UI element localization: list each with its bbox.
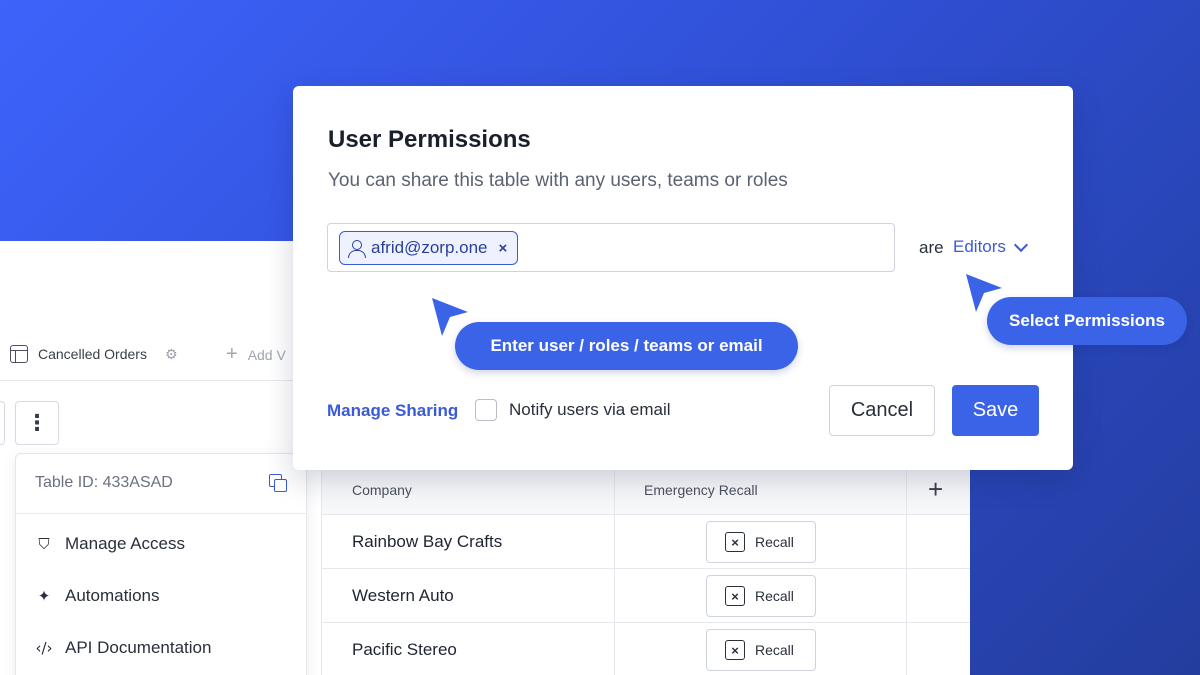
- chevron-down-icon: [1013, 237, 1028, 252]
- recall-button[interactable]: × Recall: [706, 521, 816, 563]
- add-view-button[interactable]: + Add V: [226, 343, 286, 366]
- code-icon: ‹/›: [35, 639, 53, 657]
- notify-checkbox[interactable]: [475, 399, 497, 421]
- gear-icon[interactable]: ⚙: [165, 346, 178, 363]
- sparkle-icon: ✦: [37, 587, 51, 605]
- notify-label: Notify users via email: [509, 400, 671, 419]
- toolbar-button[interactable]: [0, 401, 5, 445]
- recall-label: Recall: [755, 534, 794, 550]
- recall-button[interactable]: × Recall: [706, 575, 816, 617]
- table-row: Pacific Stereo × Recall: [322, 623, 970, 675]
- company-cell: Western Auto: [352, 586, 454, 605]
- table-id-label: Table ID: 433ASAD: [35, 474, 173, 491]
- are-label: are: [919, 238, 944, 257]
- chip-email: afrid@zorp.one: [371, 238, 488, 257]
- table-row: Rainbow Bay Crafts × Recall: [322, 515, 970, 569]
- role-value: Editors: [953, 237, 1006, 256]
- permission-role-dropdown[interactable]: Editors: [953, 237, 1028, 257]
- menu-item-label: Automations: [65, 586, 160, 605]
- notify-users-option[interactable]: Notify users via email: [475, 399, 671, 421]
- column-header-company[interactable]: Company: [352, 482, 412, 498]
- table-options-menu: Table ID: 433ASAD ⛉ Manage Access ✦ Auto…: [15, 453, 307, 675]
- manage-sharing-link[interactable]: Manage Sharing: [327, 401, 458, 421]
- tab-cancelled-orders[interactable]: Cancelled Orders ⚙: [10, 345, 178, 363]
- recall-label: Recall: [755, 588, 794, 604]
- permissions-hint-callout: Select Permissions: [987, 297, 1187, 345]
- company-cell: Rainbow Bay Crafts: [352, 532, 503, 551]
- plus-icon: +: [226, 343, 238, 365]
- menu-item-automations[interactable]: ✦ Automations: [35, 586, 160, 606]
- add-view-label: Add V: [247, 346, 286, 363]
- table-icon: [10, 345, 28, 363]
- dialog-subtitle: You can share this table with any users,…: [328, 170, 788, 191]
- recall-button[interactable]: × Recall: [706, 629, 816, 671]
- input-hint-callout: Enter user / roles / teams or email: [455, 322, 798, 370]
- close-box-icon: ×: [725, 586, 745, 606]
- recall-label: Recall: [755, 642, 794, 658]
- menu-divider: [16, 513, 306, 514]
- dialog-title: User Permissions: [328, 126, 531, 153]
- user-icon: [348, 239, 366, 258]
- kebab-icon: ⋮: [26, 410, 48, 435]
- user-permissions-dialog: User Permissions You can share this tabl…: [293, 86, 1073, 470]
- add-column-icon[interactable]: +: [928, 474, 943, 505]
- more-options-button[interactable]: ⋮: [15, 401, 59, 445]
- data-table: Company Emergency Recall + Rainbow Bay C…: [321, 463, 970, 675]
- column-header-emergency-recall[interactable]: Emergency Recall: [644, 482, 758, 498]
- tab-label: Cancelled Orders: [38, 346, 147, 362]
- save-button[interactable]: Save: [952, 385, 1039, 436]
- menu-item-label: API Documentation: [65, 638, 212, 657]
- menu-item-label: Manage Access: [65, 534, 186, 553]
- menu-item-api-documentation[interactable]: ‹/› API Documentation: [35, 638, 211, 658]
- table-row: Western Auto × Recall: [322, 569, 970, 623]
- copy-icon[interactable]: [269, 474, 287, 492]
- close-box-icon: ×: [725, 532, 745, 552]
- menu-item-manage-access[interactable]: ⛉ Manage Access: [35, 534, 185, 554]
- user-chip[interactable]: afrid@zorp.one ×: [339, 231, 519, 265]
- close-box-icon: ×: [725, 640, 745, 660]
- shield-icon: ⛉: [38, 535, 50, 553]
- company-cell: Pacific Stereo: [352, 640, 457, 659]
- share-input[interactable]: afrid@zorp.one ×: [327, 223, 895, 272]
- remove-chip-icon[interactable]: ×: [499, 240, 508, 257]
- cancel-button[interactable]: Cancel: [829, 385, 935, 436]
